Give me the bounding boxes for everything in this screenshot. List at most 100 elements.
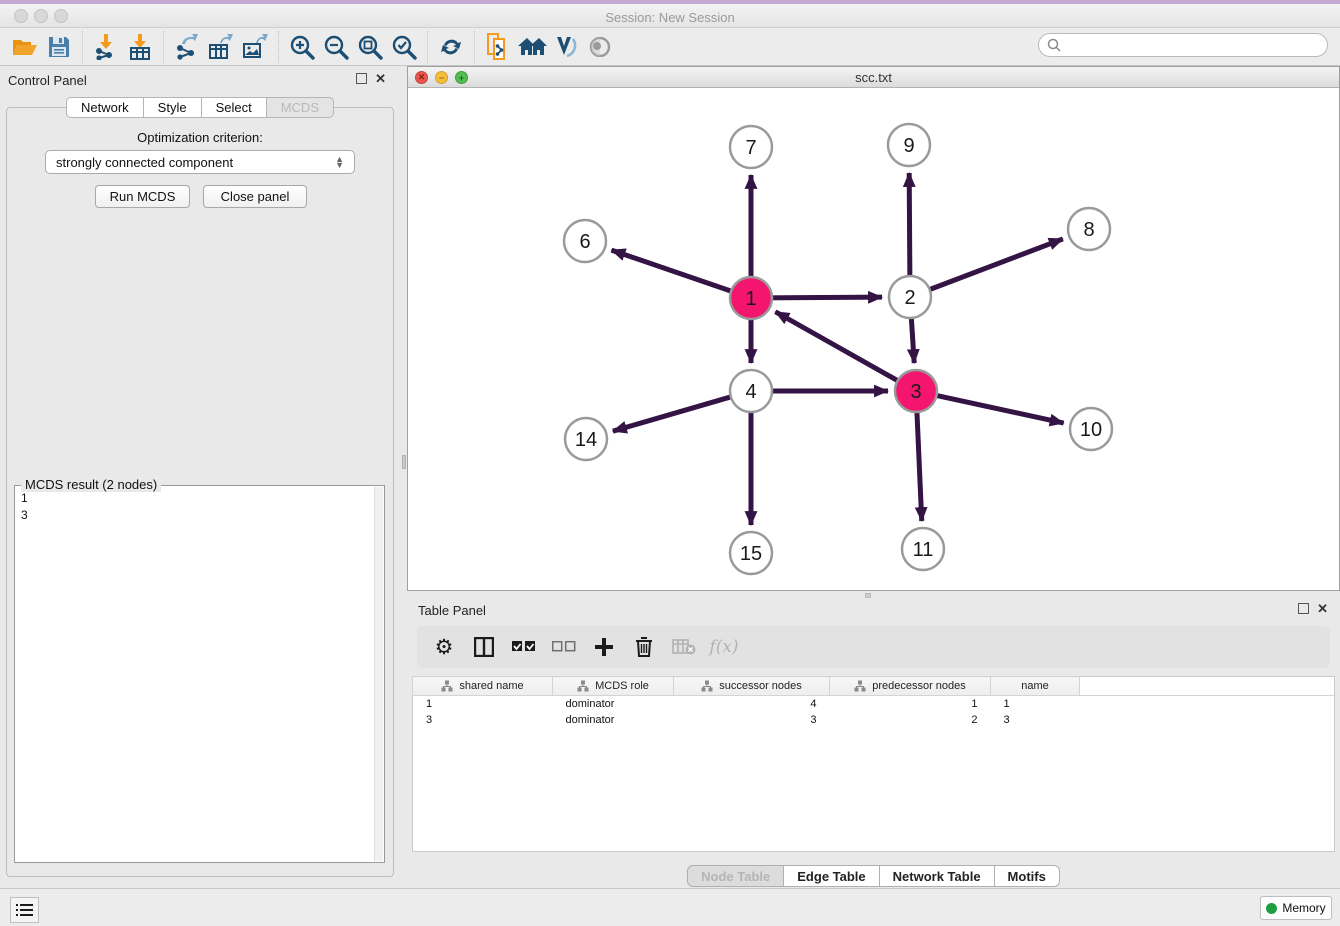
- column-header-name[interactable]: name: [991, 677, 1080, 696]
- mcds-result-box: MCDS result (2 nodes) 1 3: [14, 485, 385, 863]
- table-panel-title: Table Panel: [418, 603, 486, 618]
- selected-option: strongly connected component: [56, 155, 233, 170]
- close-panel-icon[interactable]: ✕: [1317, 603, 1328, 614]
- optimization-criterion-label: Optimization criterion:: [7, 130, 393, 145]
- graph-node-label-6: 6: [579, 231, 590, 253]
- memory-label: Memory: [1282, 901, 1325, 915]
- app-title: Session: New Session: [0, 10, 1340, 25]
- graph-node-label-8: 8: [1083, 219, 1094, 241]
- result-scrollbar[interactable]: [374, 487, 383, 861]
- toolbar-separator: [474, 31, 475, 63]
- column-header-shared-name[interactable]: shared name: [413, 677, 553, 696]
- graph-node-label-1: 1: [745, 288, 756, 310]
- table-toolbar: ⚙ f(x): [417, 626, 1330, 668]
- graph-edge-3-10[interactable]: [922, 392, 1064, 423]
- tab-network[interactable]: Network: [66, 97, 144, 118]
- table-type-tabs: Node Table Edge Table Network Table Moti…: [407, 865, 1340, 887]
- graph-node-label-15: 15: [740, 543, 762, 565]
- graph-edge-3-11[interactable]: [916, 397, 921, 521]
- table-row[interactable]: 3dominator 32 3: [413, 712, 1335, 728]
- memory-button[interactable]: Memory: [1260, 896, 1332, 920]
- tab-style[interactable]: Style: [144, 97, 202, 118]
- zoom-out-icon[interactable]: [319, 31, 353, 63]
- chevron-updown-icon: ▲▼: [335, 156, 344, 168]
- table-row[interactable]: 1dominator 41 1: [413, 696, 1335, 712]
- tab-edge-table[interactable]: Edge Table: [784, 865, 879, 887]
- export-image-icon[interactable]: [238, 31, 272, 63]
- import-network-icon[interactable]: [89, 31, 123, 63]
- graph-node-label-4: 4: [745, 381, 756, 403]
- network-graph-canvas[interactable]: 7968124314101511: [408, 88, 1339, 590]
- graph-node-label-14: 14: [575, 429, 597, 451]
- export-network-icon[interactable]: [170, 31, 204, 63]
- export-table-icon[interactable]: [204, 31, 238, 63]
- zoom-in-icon[interactable]: [285, 31, 319, 63]
- app-titlebar: Session: New Session: [0, 4, 1340, 28]
- table-panel: Table Panel ✕ ⚙ f(x): [407, 600, 1340, 884]
- column-header-mcds-role[interactable]: MCDS role: [553, 677, 674, 696]
- column-header-predecessor-nodes[interactable]: predecessor nodes: [830, 677, 991, 696]
- deselect-all-icon[interactable]: [551, 634, 577, 660]
- open-session-icon[interactable]: [8, 31, 42, 63]
- search-input[interactable]: [1038, 33, 1328, 57]
- control-panel-tabs: Network Style Select MCDS: [0, 97, 400, 118]
- tab-mcds[interactable]: MCDS: [267, 97, 334, 118]
- vertical-splitter[interactable]: [400, 66, 407, 884]
- graph-edge-1-6[interactable]: [611, 250, 745, 296]
- graph-node-label-3: 3: [910, 381, 921, 403]
- tab-network-table[interactable]: Network Table: [880, 865, 995, 887]
- add-column-icon[interactable]: [591, 634, 617, 660]
- optimization-criterion-select[interactable]: strongly connected component ▲▼: [45, 150, 355, 174]
- toolbar-separator: [163, 31, 164, 63]
- graph-edge-1-2[interactable]: [757, 297, 882, 298]
- close-panel-button[interactable]: Close panel: [203, 185, 307, 208]
- graph-node-label-2: 2: [904, 287, 915, 309]
- import-table-icon[interactable]: [123, 31, 157, 63]
- run-mcds-button[interactable]: Run MCDS: [95, 185, 190, 208]
- column-type-icon: [854, 680, 866, 692]
- select-all-icon[interactable]: [511, 634, 537, 660]
- tab-node-table[interactable]: Node Table: [687, 865, 784, 887]
- splitter-grip[interactable]: [402, 455, 406, 469]
- validate-icon[interactable]: [549, 31, 583, 63]
- float-panel-icon[interactable]: [356, 73, 367, 84]
- mcds-result-text[interactable]: 1 3: [17, 490, 28, 524]
- clone-network-icon[interactable]: [481, 31, 515, 63]
- tab-select[interactable]: Select: [202, 97, 267, 118]
- graph-edge-2-9[interactable]: [909, 173, 910, 291]
- delete-icon[interactable]: [631, 634, 657, 660]
- column-type-icon: [441, 680, 453, 692]
- mcds-tab-content: Optimization criterion: strongly connect…: [6, 107, 394, 877]
- column-view-icon[interactable]: [471, 634, 497, 660]
- control-panel-title: Control Panel: [8, 73, 87, 88]
- graph-edge-4-14[interactable]: [613, 393, 745, 432]
- graph-edge-2-8[interactable]: [916, 239, 1063, 295]
- table-panel-window-buttons: ✕: [1298, 603, 1328, 614]
- task-history-button[interactable]: [10, 897, 39, 923]
- delete-table-icon: [671, 634, 697, 660]
- horizontal-splitter[interactable]: [407, 591, 1340, 600]
- network-window-titlebar: ✕ − + scc.txt: [408, 67, 1339, 88]
- node-table[interactable]: shared name MCDS role successor nodes pr…: [412, 676, 1335, 852]
- splitter-grip[interactable]: [865, 593, 871, 598]
- zoom-selected-icon[interactable]: [387, 31, 421, 63]
- column-header-successor-nodes[interactable]: successor nodes: [674, 677, 830, 696]
- eye-icon[interactable]: [583, 31, 617, 63]
- graph-edge-3-1[interactable]: [775, 312, 910, 388]
- gear-icon[interactable]: ⚙: [431, 634, 457, 660]
- close-panel-icon[interactable]: ✕: [375, 73, 386, 84]
- save-session-icon[interactable]: [42, 31, 76, 63]
- task-list-icon: [16, 903, 33, 918]
- memory-status-icon: [1266, 903, 1277, 914]
- home-icon[interactable]: [515, 31, 549, 63]
- refresh-icon[interactable]: [434, 31, 468, 63]
- search-icon: [1047, 38, 1061, 52]
- graph-node-label-7: 7: [745, 137, 756, 159]
- header-filler: [1080, 677, 1335, 696]
- graph-node-label-11: 11: [913, 539, 934, 561]
- mcds-result-legend: MCDS result (2 nodes): [21, 477, 161, 492]
- tab-motifs[interactable]: Motifs: [995, 865, 1060, 887]
- control-panel-window-buttons: ✕: [356, 73, 386, 84]
- float-panel-icon[interactable]: [1298, 603, 1309, 614]
- zoom-fit-icon[interactable]: [353, 31, 387, 63]
